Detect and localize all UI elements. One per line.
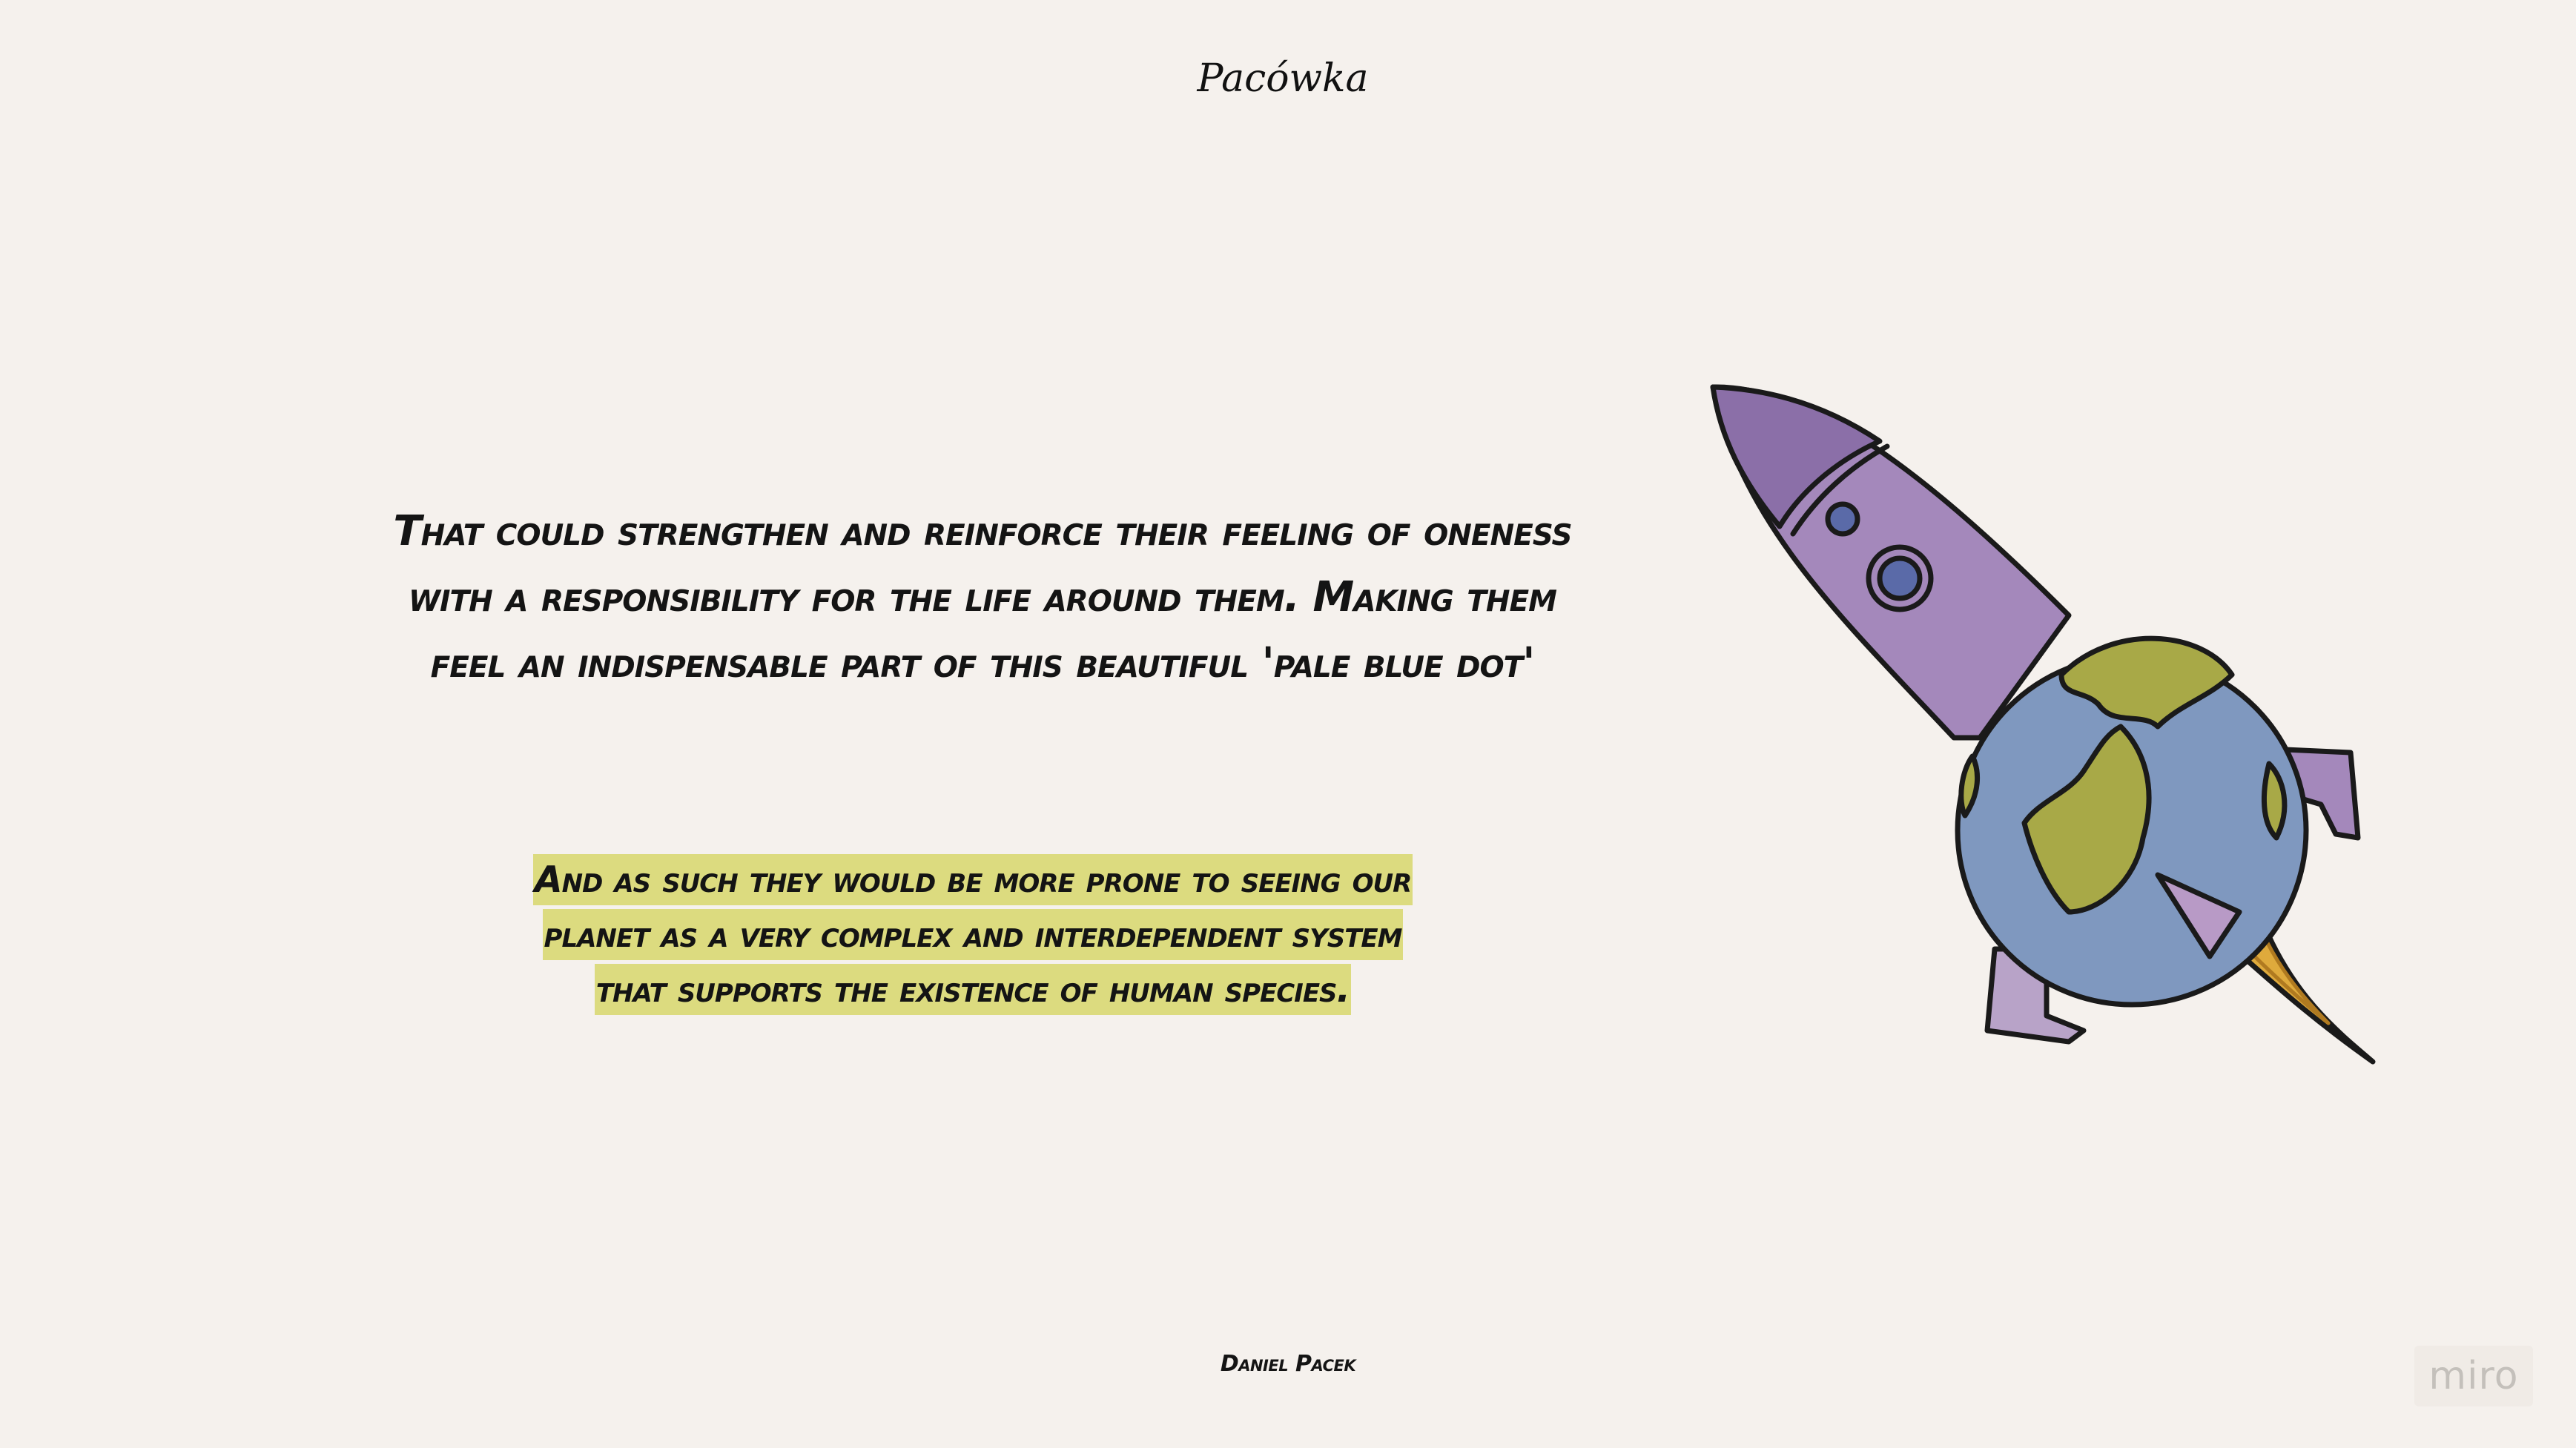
rocket-earth-icon	[1710, 384, 2376, 1065]
miro-board: Pacówka That could strengthen and reinfo…	[0, 0, 2576, 1448]
highlighted-quote: And as such they would be more prone to …	[504, 853, 1441, 1017]
rocket-window-small	[1825, 501, 1860, 537]
miro-label: miro	[2428, 1354, 2519, 1398]
author-name: Daniel Pacek	[1220, 1351, 1356, 1377]
rocket-window-large-inner	[1877, 555, 1923, 601]
pacowka-logo: Pacówka	[1196, 56, 1368, 101]
logo-text: Pacówka	[1196, 56, 1368, 101]
miro-logo-badge[interactable]: miro	[2414, 1346, 2533, 1406]
main-quote: That could strengthen and reinforce thei…	[393, 507, 1572, 687]
highlighted-quote-text: And as such they would be more prone to …	[532, 854, 1413, 1015]
